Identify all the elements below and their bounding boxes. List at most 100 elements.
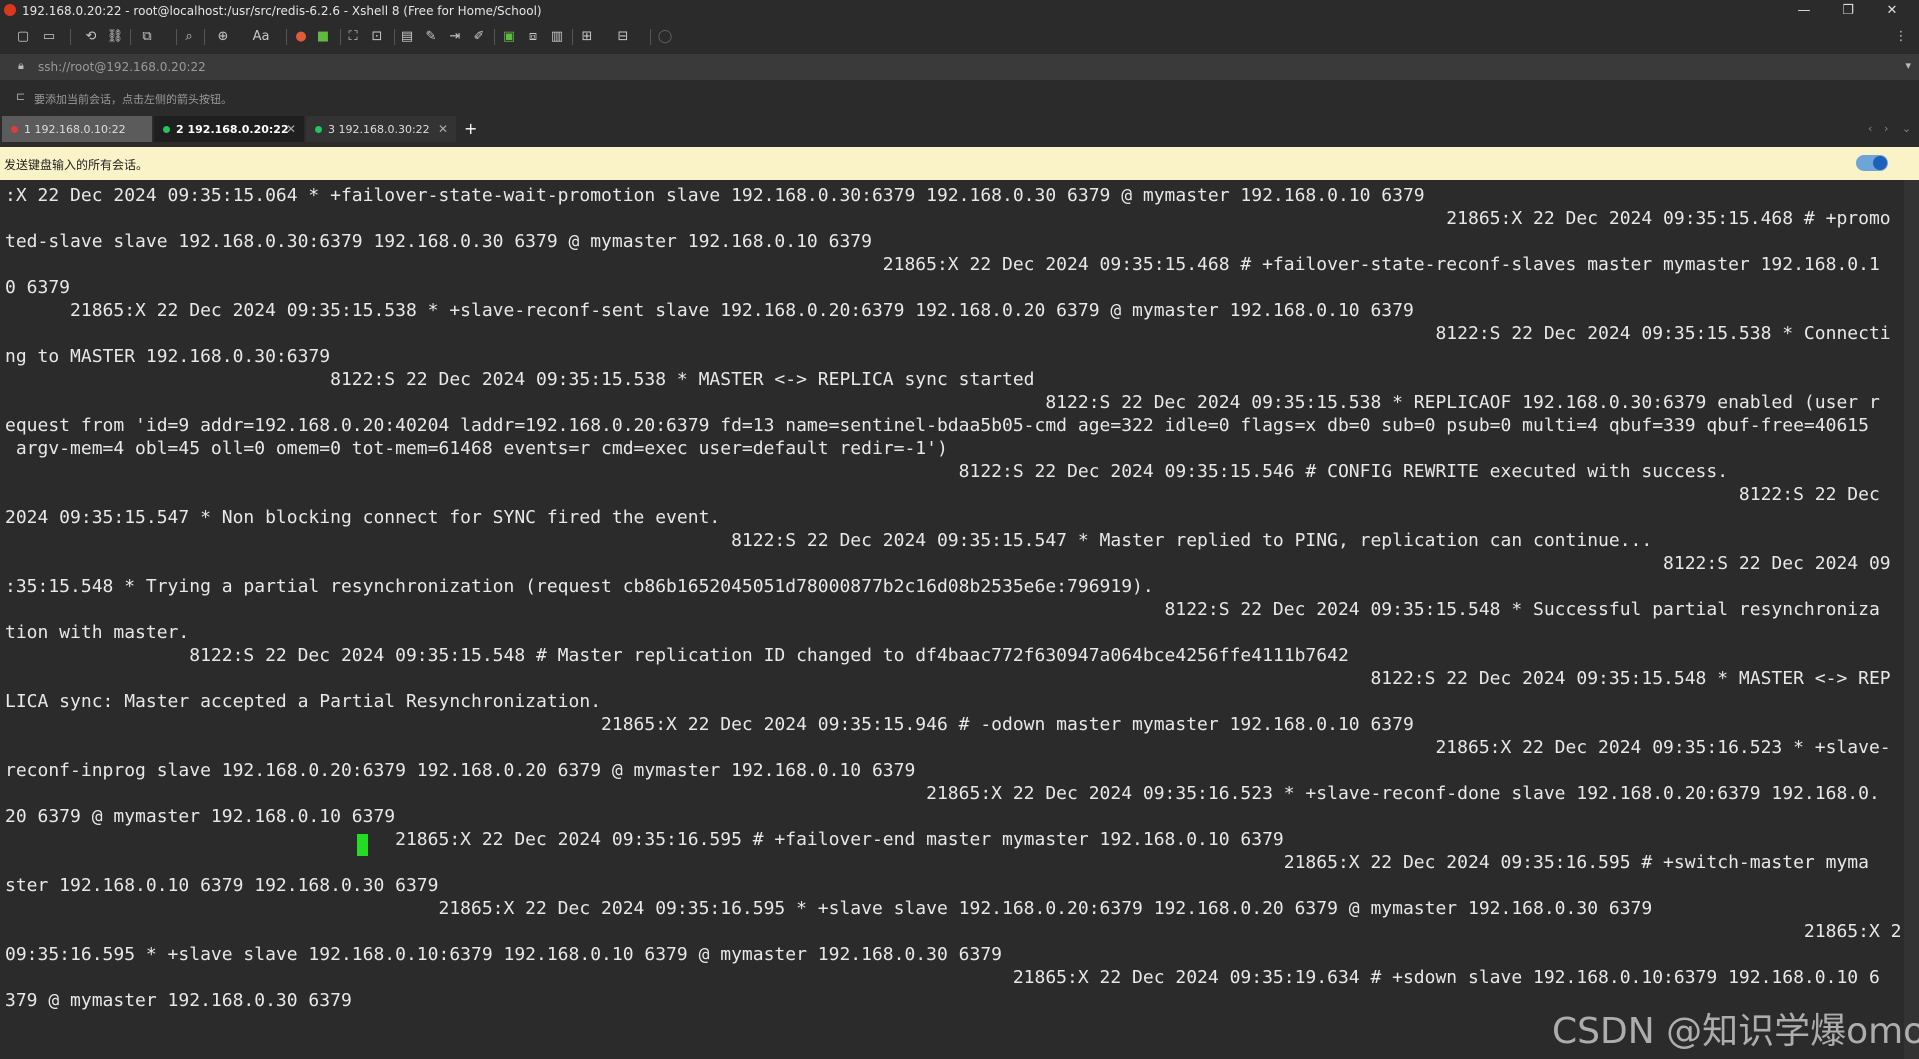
- terminal-line: 8122:S 22 Dec 2024 09: [5, 553, 1891, 574]
- globe-icon[interactable]: ⊕: [214, 28, 232, 46]
- terminal-line: 21865:X 22 Dec 2024 09:35:15.946 # -odow…: [5, 714, 1414, 735]
- terminal-line: ng to MASTER 192.168.0.30:6379: [5, 346, 331, 367]
- tab-label: 2 192.168.0.20:22: [176, 123, 289, 136]
- tab-label: 3 192.168.0.30:22: [328, 123, 430, 136]
- toolbar-divider: [286, 29, 287, 45]
- toolbar-divider: [70, 29, 71, 45]
- disconnect-icon[interactable]: ⛓: [106, 28, 124, 46]
- send-to-all-label: 发送键盘输入的所有会话。: [4, 158, 149, 172]
- terminal-line: tion with master.: [5, 622, 190, 643]
- terminal-line: 8122:S 22 Dec 2024 09:35:15.538 * MASTER…: [5, 369, 1035, 390]
- terminal-line: 21865:X 22 Dec 2024 09:35:19.634 # +sdow…: [5, 967, 1880, 988]
- fullscreen-icon[interactable]: ⛶: [344, 28, 362, 46]
- toggle-knob: [1873, 156, 1887, 170]
- chevron-down-icon[interactable]: ▾: [1905, 59, 1911, 72]
- terminal-line: 8122:S 22 Dec 2024 09:35:15.538 * REPLIC…: [5, 392, 1880, 413]
- terminal-line: 8122:S 22 Dec 2024 09:35:15.548 * MASTER…: [5, 668, 1891, 689]
- terminal-line: 8122:S 22 Dec 2024 09:35:15.548 * Succes…: [5, 599, 1880, 620]
- terminal-line: 20 6379 @ mymaster 192.168.0.10 6379: [5, 806, 396, 827]
- open-folder-icon[interactable]: ▭: [40, 28, 58, 46]
- terminal-line: 21865:X 22 Dec 2024 09:35:15.538 * +slav…: [5, 300, 1414, 321]
- terminal-line: 8122:S 22 Dec: [5, 484, 1880, 505]
- terminal-line: LICA sync: Master accepted a Partial Res…: [5, 691, 602, 712]
- transfer-icon[interactable]: ⇥: [446, 28, 464, 46]
- lock-icon[interactable]: ⊡: [368, 28, 386, 46]
- toolbar-divider: [340, 29, 341, 45]
- keyboard-icon[interactable]: ▤: [398, 28, 416, 46]
- hint-text: 要添加当前会话，点击左侧的箭头按钮。: [34, 93, 232, 106]
- terminal-output[interactable]: :X 22 Dec 2024 09:35:15.064 * +failover-…: [0, 180, 1900, 1059]
- xshell-icon[interactable]: ●: [292, 28, 310, 46]
- terminal-line: :X 22 Dec 2024 09:35:15.064 * +failover-…: [5, 185, 1425, 206]
- script-icon[interactable]: ✐: [470, 28, 488, 46]
- terminal-line: ted-slave slave 192.168.0.30:6379 192.16…: [5, 231, 872, 252]
- terminal-scrollbar[interactable]: [1904, 180, 1919, 1059]
- address-bar[interactable]: 🔒︎ ssh://root@192.168.0.20:22 ▾: [0, 54, 1919, 80]
- terminal-line: 8122:S 22 Dec 2024 09:35:15.547 * Master…: [5, 530, 1653, 551]
- watermark: CSDN @知识学爆omo: [1552, 1011, 1919, 1052]
- title-bar: 192.168.0.20:22 - root@localhost:/usr/sr…: [0, 0, 1919, 22]
- terminal-line: ster 192.168.0.10 6379 192.168.0.30 6379: [5, 875, 439, 896]
- address-field[interactable]: ssh://root@192.168.0.20:22: [38, 60, 206, 74]
- status-dot-icon: [315, 126, 322, 133]
- tab-next-icon[interactable]: ›: [1884, 122, 1888, 135]
- minimize-button[interactable]: —: [1790, 2, 1818, 20]
- copy-icon[interactable]: ⧈: [524, 28, 542, 46]
- terminal-line: 09:35:16.595 * +slave slave 192.168.0.10…: [5, 944, 1002, 965]
- window-title: 192.168.0.20:22 - root@localhost:/usr/sr…: [22, 4, 542, 18]
- send-to-all-bar: 发送键盘输入的所有会话。: [0, 147, 1919, 180]
- send-to-all-toggle[interactable]: [1856, 155, 1888, 171]
- terminal-line: equest from 'id=9 addr=192.168.0.20:4020…: [5, 415, 1869, 436]
- terminal-cursor: [357, 834, 368, 856]
- tab-label: 1 192.168.0.10:22: [24, 123, 126, 136]
- xftp-icon[interactable]: ■: [314, 28, 332, 46]
- terminal-line: 21865:X 22 Dec 2024 09:35:15.468 # +fail…: [5, 254, 1880, 275]
- terminal-line: argv-mem=4 obl=45 oll=0 omem=0 tot-mem=6…: [5, 438, 948, 459]
- status-dot-icon: [11, 126, 18, 133]
- session-arrow-icon[interactable]: ⊏: [16, 90, 25, 103]
- new-window-icon[interactable]: ⧉: [138, 28, 156, 46]
- session-hint-bar: ⊏ 要添加当前会话，点击左侧的箭头按钮。: [0, 84, 1919, 110]
- toolbar-divider: [130, 29, 131, 45]
- help-icon[interactable]: ◯: [656, 28, 674, 46]
- layout-icon[interactable]: ⊞: [578, 28, 596, 46]
- terminal-line: 21865:X 22 Dec 2024 09:35:15.468 # +prom…: [5, 208, 1891, 229]
- more-options-icon[interactable]: ⋮: [1892, 28, 1910, 46]
- close-button[interactable]: ✕: [1878, 2, 1906, 20]
- add-tab-button[interactable]: +: [464, 119, 477, 138]
- tunnel-icon[interactable]: ▣: [500, 28, 518, 46]
- terminal-line: reconf-inprog slave 192.168.0.20:6379 19…: [5, 760, 916, 781]
- xshell-app-icon: [4, 4, 16, 16]
- terminal-line: 21865:X 22 Dec 2024 09:35:16.595 # +fail…: [5, 829, 1284, 850]
- close-tab-icon[interactable]: ✕: [438, 122, 448, 136]
- split-icon[interactable]: ⊟: [614, 28, 632, 46]
- terminal-line: 21865:X 22 Dec 2024 09:35:16.523 * +slav…: [5, 737, 1891, 758]
- log-icon[interactable]: ▥: [548, 28, 566, 46]
- terminal-line: 8122:S 22 Dec 2024 09:35:15.538 * Connec…: [5, 323, 1891, 344]
- terminal-line: 21865:X 22 Dec 2024 09:35:16.595 # +swit…: [5, 852, 1869, 873]
- toolbar-divider: [572, 29, 573, 45]
- find-icon[interactable]: ⌕: [180, 28, 198, 46]
- close-tab-icon[interactable]: ✕: [286, 122, 296, 136]
- toolbar-divider: [204, 29, 205, 45]
- maximize-button[interactable]: ❐: [1834, 2, 1862, 20]
- tab-prev-icon[interactable]: ‹: [1868, 122, 1872, 135]
- reconnect-icon[interactable]: ⟲: [82, 28, 100, 46]
- tab-session-2[interactable]: 2 192.168.0.20:22 ✕: [154, 116, 304, 142]
- status-dot-icon: [163, 126, 170, 133]
- terminal-line: 8122:S 22 Dec 2024 09:35:15.546 # CONFIG…: [5, 461, 1729, 482]
- terminal-line: 21865:X 22 Dec 2024 09:35:16.595 * +slav…: [5, 898, 1653, 919]
- font-icon[interactable]: Aa: [248, 28, 274, 46]
- tab-session-1[interactable]: 1 192.168.0.10:22: [2, 116, 152, 142]
- new-session-icon[interactable]: ▢: [14, 28, 32, 46]
- toolbar: ▢ ▭ ⟲ ⛓ ⧉ ⌕ ⊕ Aa ● ■ ⛶ ⊡ ▤ ✎ ⇥ ✐ ▣ ⧈ ▥ ⊞…: [0, 22, 1919, 52]
- terminal-line: 21865:X 22 Dec 2024: [5, 921, 1900, 942]
- tab-session-3[interactable]: 3 192.168.0.30:22 ✕: [306, 116, 456, 142]
- terminal-line: 21865:X 22 Dec 2024 09:35:16.523 * +slav…: [5, 783, 1880, 804]
- terminal-line: 8122:S 22 Dec 2024 09:35:15.548 # Master…: [5, 645, 1349, 666]
- toolbar-divider: [176, 29, 177, 45]
- compose-icon[interactable]: ✎: [422, 28, 440, 46]
- tab-list-icon[interactable]: ⌄: [1902, 122, 1911, 135]
- toolbar-divider: [650, 29, 651, 45]
- terminal-line: 2024 09:35:15.547 * Non blocking connect…: [5, 507, 721, 528]
